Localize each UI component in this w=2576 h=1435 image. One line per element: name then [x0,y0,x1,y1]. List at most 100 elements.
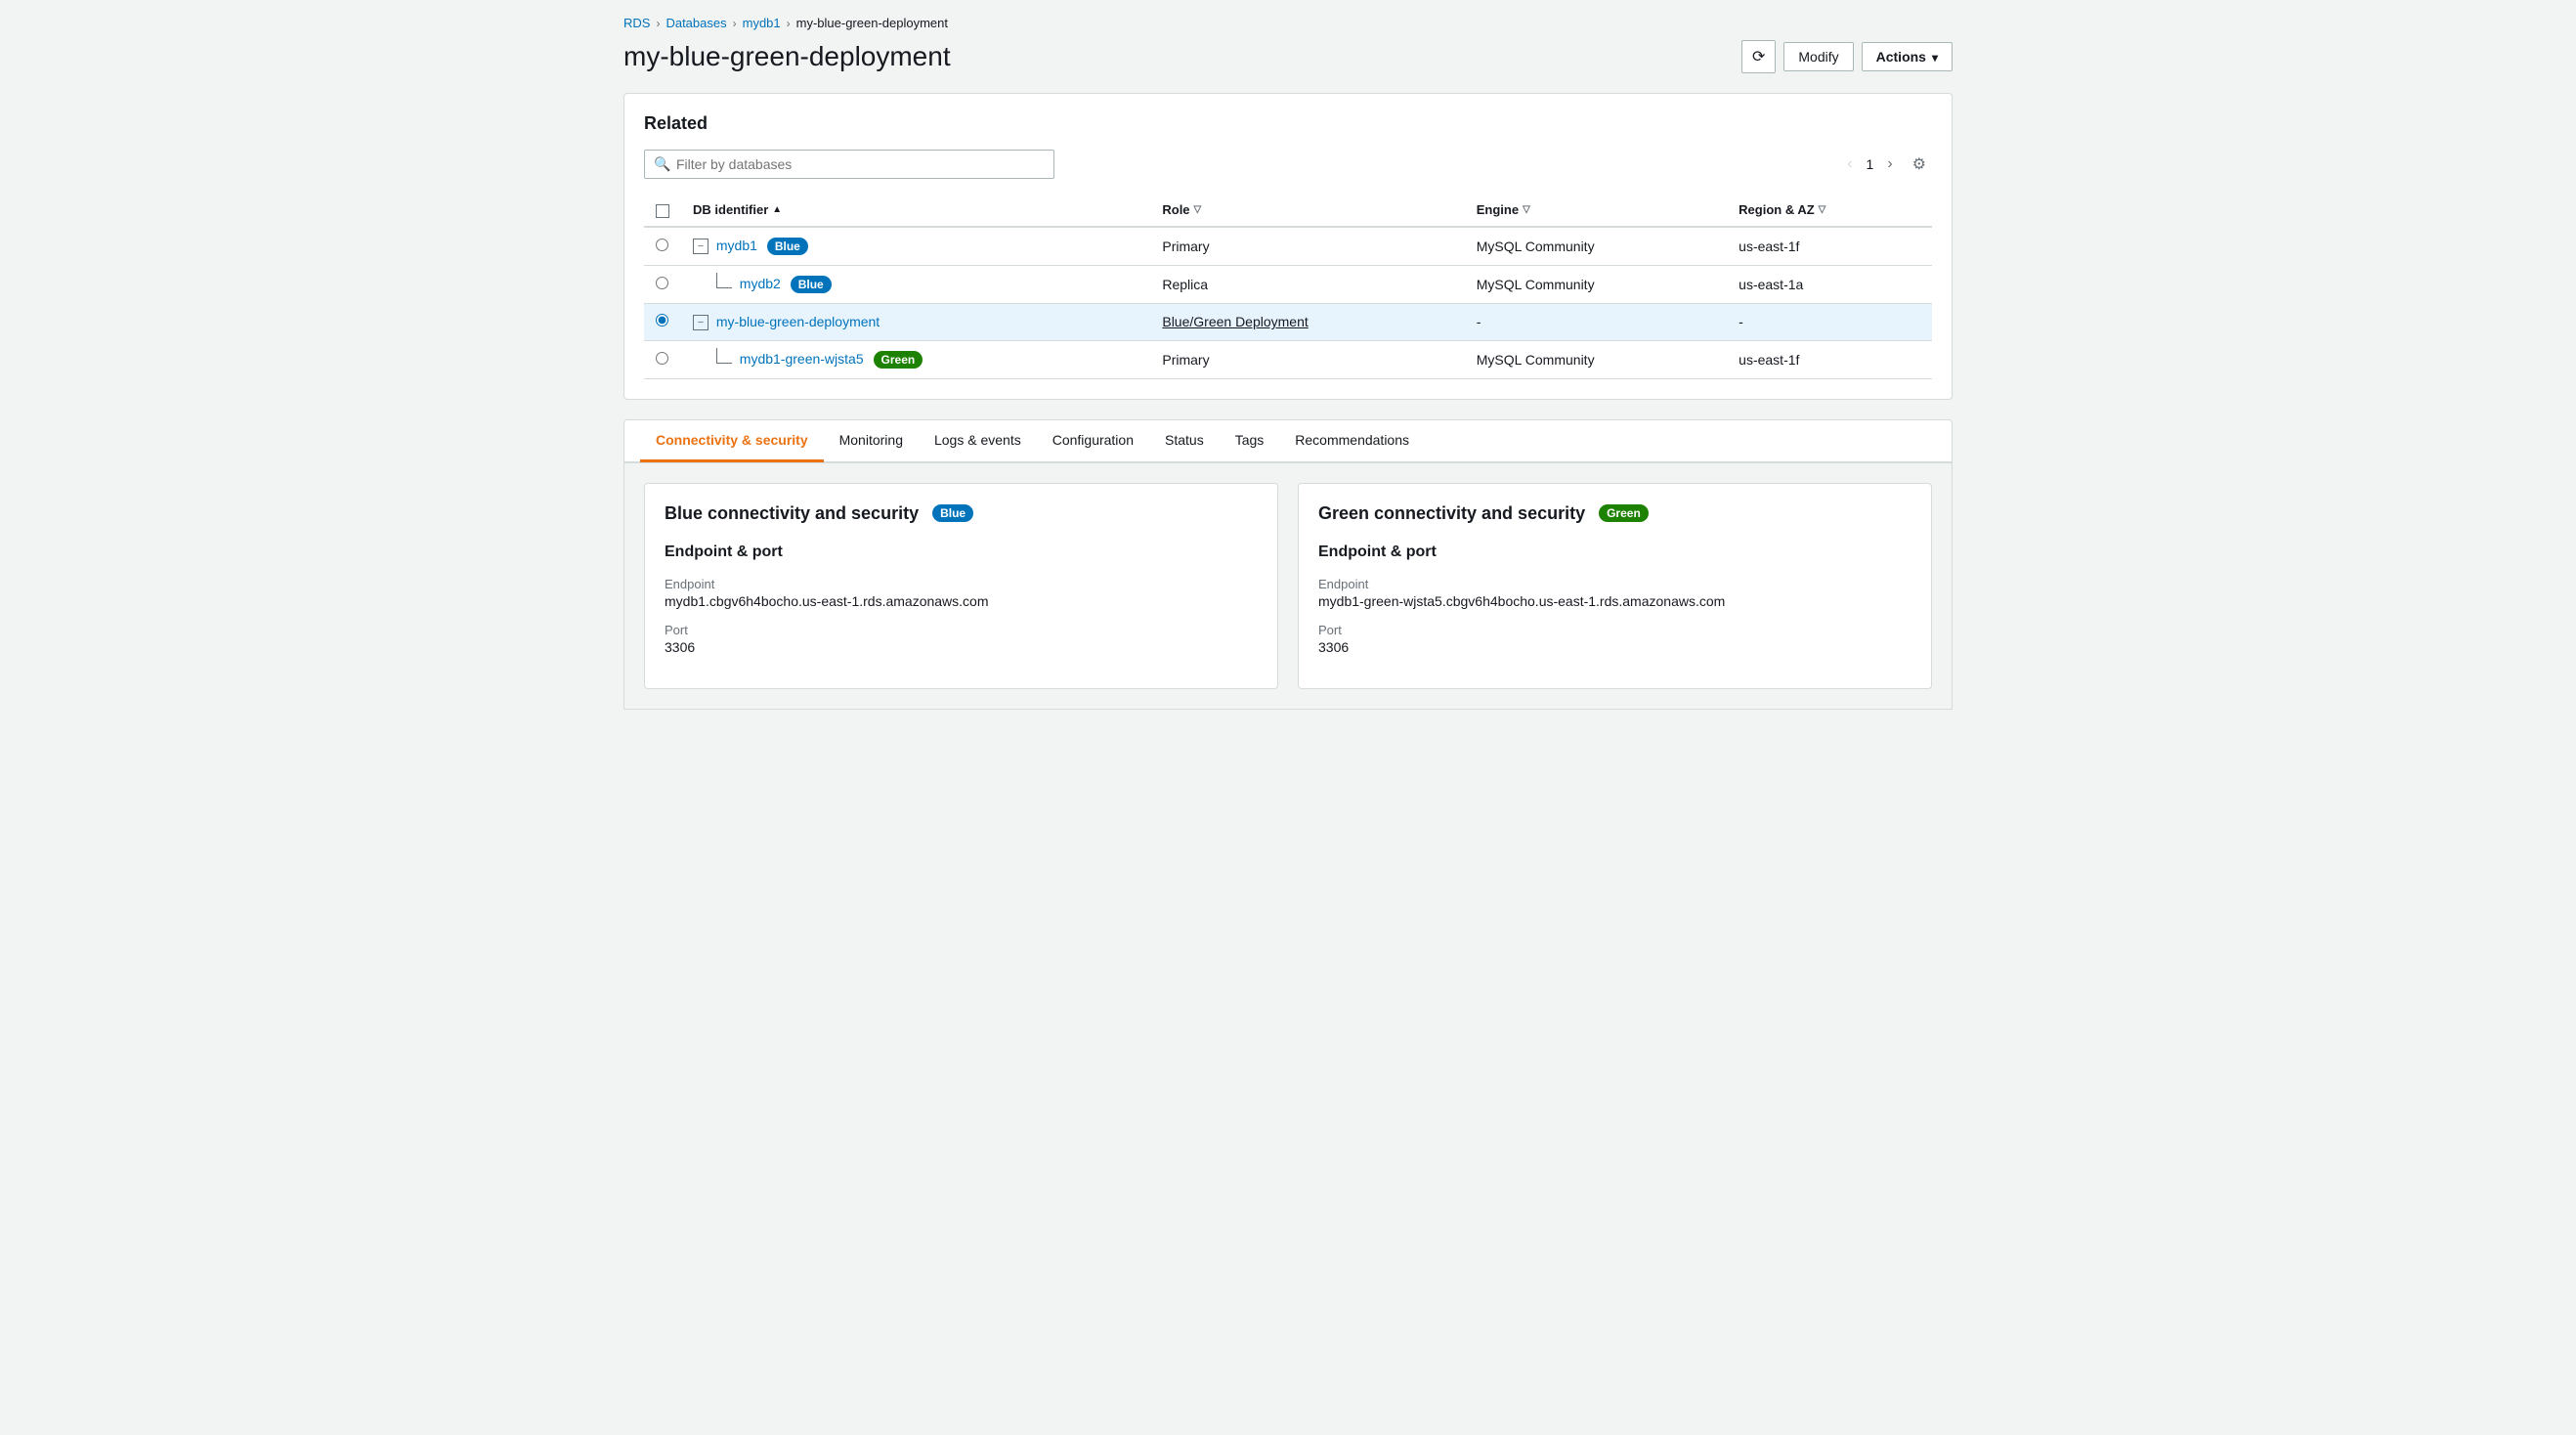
row-radio-mydb1green[interactable] [656,352,668,365]
pagination-prev-button[interactable]: ‹ [1841,153,1858,175]
tree-line-icon [716,348,732,364]
tab-tags[interactable]: Tags [1220,420,1280,462]
related-section: Related 🔍 ‹ 1 › ⚙ [623,93,1953,400]
blue-endpoint-port-title: Endpoint & port [665,544,1258,561]
pagination-controls: ‹ 1 › ⚙ [1841,152,1932,176]
tab-connectivity-security[interactable]: Connectivity & security [640,420,824,462]
tab-monitoring[interactable]: Monitoring [824,420,919,462]
col-header-region-az[interactable]: Region & AZ ▽ [1727,195,1932,227]
row-engine-value: MySQL Community [1477,352,1595,368]
row-role-value: Primary [1162,352,1209,368]
col-engine-label: Engine [1477,202,1519,217]
pagination-next-button[interactable]: › [1881,153,1898,175]
col-role-label: Role [1162,202,1189,217]
row-region-value: - [1739,314,1743,329]
expand-icon[interactable]: − [693,315,708,330]
green-port-label: Port [1318,623,1911,637]
filter-row: 🔍 ‹ 1 › ⚙ [644,150,1932,179]
filter-input-wrapper: 🔍 [644,150,1054,179]
page-header: my-blue-green-deployment ⟳ Modify Action… [623,40,1953,73]
row-region-value: us-east-1a [1739,277,1803,292]
blue-endpoint-label: Endpoint [665,577,1258,591]
row-role-value: Replica [1162,277,1208,292]
green-panel-badge: Green [1599,504,1649,522]
row-region-value: us-east-1f [1739,352,1799,368]
row-region-value: us-east-1f [1739,239,1799,254]
green-panel-title: Green connectivity and security Green [1318,503,1911,524]
page-number: 1 [1867,156,1874,172]
page-title: my-blue-green-deployment [623,41,951,72]
actions-button[interactable]: Actions [1862,42,1953,71]
row-select-cell[interactable] [644,340,681,378]
row-db-identifier-cell: − my-blue-green-deployment [681,303,1150,340]
blue-panel-title-text: Blue connectivity and security [665,503,919,524]
col-header-role[interactable]: Role ▽ [1150,195,1464,227]
col-header-engine[interactable]: Engine ▽ [1465,195,1727,227]
row-radio-mydb1[interactable] [656,239,668,251]
row-region-cell: us-east-1f [1727,227,1932,266]
table-row: mydb2 Blue Replica MySQL Community us-ea… [644,265,1932,303]
header-actions: ⟳ Modify Actions [1741,40,1953,73]
row-engine-cell: MySQL Community [1465,340,1727,378]
badge-blue: Blue [791,276,832,293]
green-panel-title-text: Green connectivity and security [1318,503,1585,524]
select-all-icon [656,204,669,218]
row-select-cell[interactable] [644,227,681,266]
row-role-cell: Primary [1150,227,1464,266]
breadcrumb-databases[interactable]: Databases [665,16,726,30]
green-endpoint-label: Endpoint [1318,577,1911,591]
tab-logs-events[interactable]: Logs & events [919,420,1037,462]
blue-port-value: 3306 [665,639,1258,655]
tabs-nav: Connectivity & security Monitoring Logs … [624,420,1952,462]
breadcrumb-current: my-blue-green-deployment [796,16,948,30]
row-region-cell: us-east-1f [1727,340,1932,378]
green-panel: Green connectivity and security Green En… [1298,483,1932,689]
col-header-db-identifier[interactable]: DB identifier ▲ [681,195,1150,227]
row-db-identifier-cell: mydb1-green-wjsta5 Green [681,340,1150,378]
filter-input[interactable] [644,150,1054,179]
sort-desc-icon-region: ▽ [1819,204,1826,215]
tab-configuration[interactable]: Configuration [1037,420,1149,462]
badge-blue: Blue [767,238,808,255]
green-endpoint-value: mydb1-green-wjsta5.cbgv6h4bocho.us-east-… [1318,593,1911,609]
modify-button[interactable]: Modify [1783,42,1853,71]
row-engine-value: - [1477,314,1481,329]
db-link-mydb1green[interactable]: mydb1-green-wjsta5 [740,351,864,367]
row-engine-value: MySQL Community [1477,239,1595,254]
db-link-mydb2[interactable]: mydb2 [740,276,781,291]
row-role-value: Primary [1162,239,1209,254]
table-row-selected: − my-blue-green-deployment Blue/Green De… [644,303,1932,340]
refresh-button[interactable]: ⟳ [1741,40,1776,73]
sort-desc-icon-role: ▽ [1194,204,1202,215]
db-link-bgdeployment[interactable]: my-blue-green-deployment [716,314,880,329]
row-engine-value: MySQL Community [1477,277,1595,292]
row-engine-cell: MySQL Community [1465,227,1727,266]
row-radio-mydb2[interactable] [656,277,668,289]
col-db-identifier-label: DB identifier [693,202,768,217]
blue-endpoint-value: mydb1.cbgv6h4bocho.us-east-1.rds.amazona… [665,593,1258,609]
badge-green: Green [874,351,923,369]
search-icon: 🔍 [654,156,670,173]
row-role-value-underlined: Blue/Green Deployment [1162,314,1308,329]
row-select-cell[interactable] [644,265,681,303]
db-link-mydb1[interactable]: mydb1 [716,238,757,253]
row-radio-bgdeployment[interactable] [656,314,668,326]
green-port-value: 3306 [1318,639,1911,655]
breadcrumb-mydb1[interactable]: mydb1 [743,16,781,30]
row-role-cell: Blue/Green Deployment [1150,303,1464,340]
expand-icon[interactable]: − [693,239,708,254]
table-settings-button[interactable]: ⚙ [1907,152,1932,176]
green-endpoint-port-title: Endpoint & port [1318,544,1911,561]
row-select-cell[interactable] [644,303,681,340]
table-row: − mydb1 Blue Primary MySQL Community us-… [644,227,1932,266]
tree-line-icon [716,273,732,288]
tab-status[interactable]: Status [1149,420,1220,462]
tab-recommendations[interactable]: Recommendations [1279,420,1425,462]
breadcrumb-rds[interactable]: RDS [623,16,650,30]
actions-chevron-icon [1932,49,1938,65]
row-region-cell: us-east-1a [1727,265,1932,303]
blue-panel: Blue connectivity and security Blue Endp… [644,483,1278,689]
breadcrumb-sep-1: › [656,17,660,30]
row-engine-cell: - [1465,303,1727,340]
related-title: Related [644,113,1932,134]
